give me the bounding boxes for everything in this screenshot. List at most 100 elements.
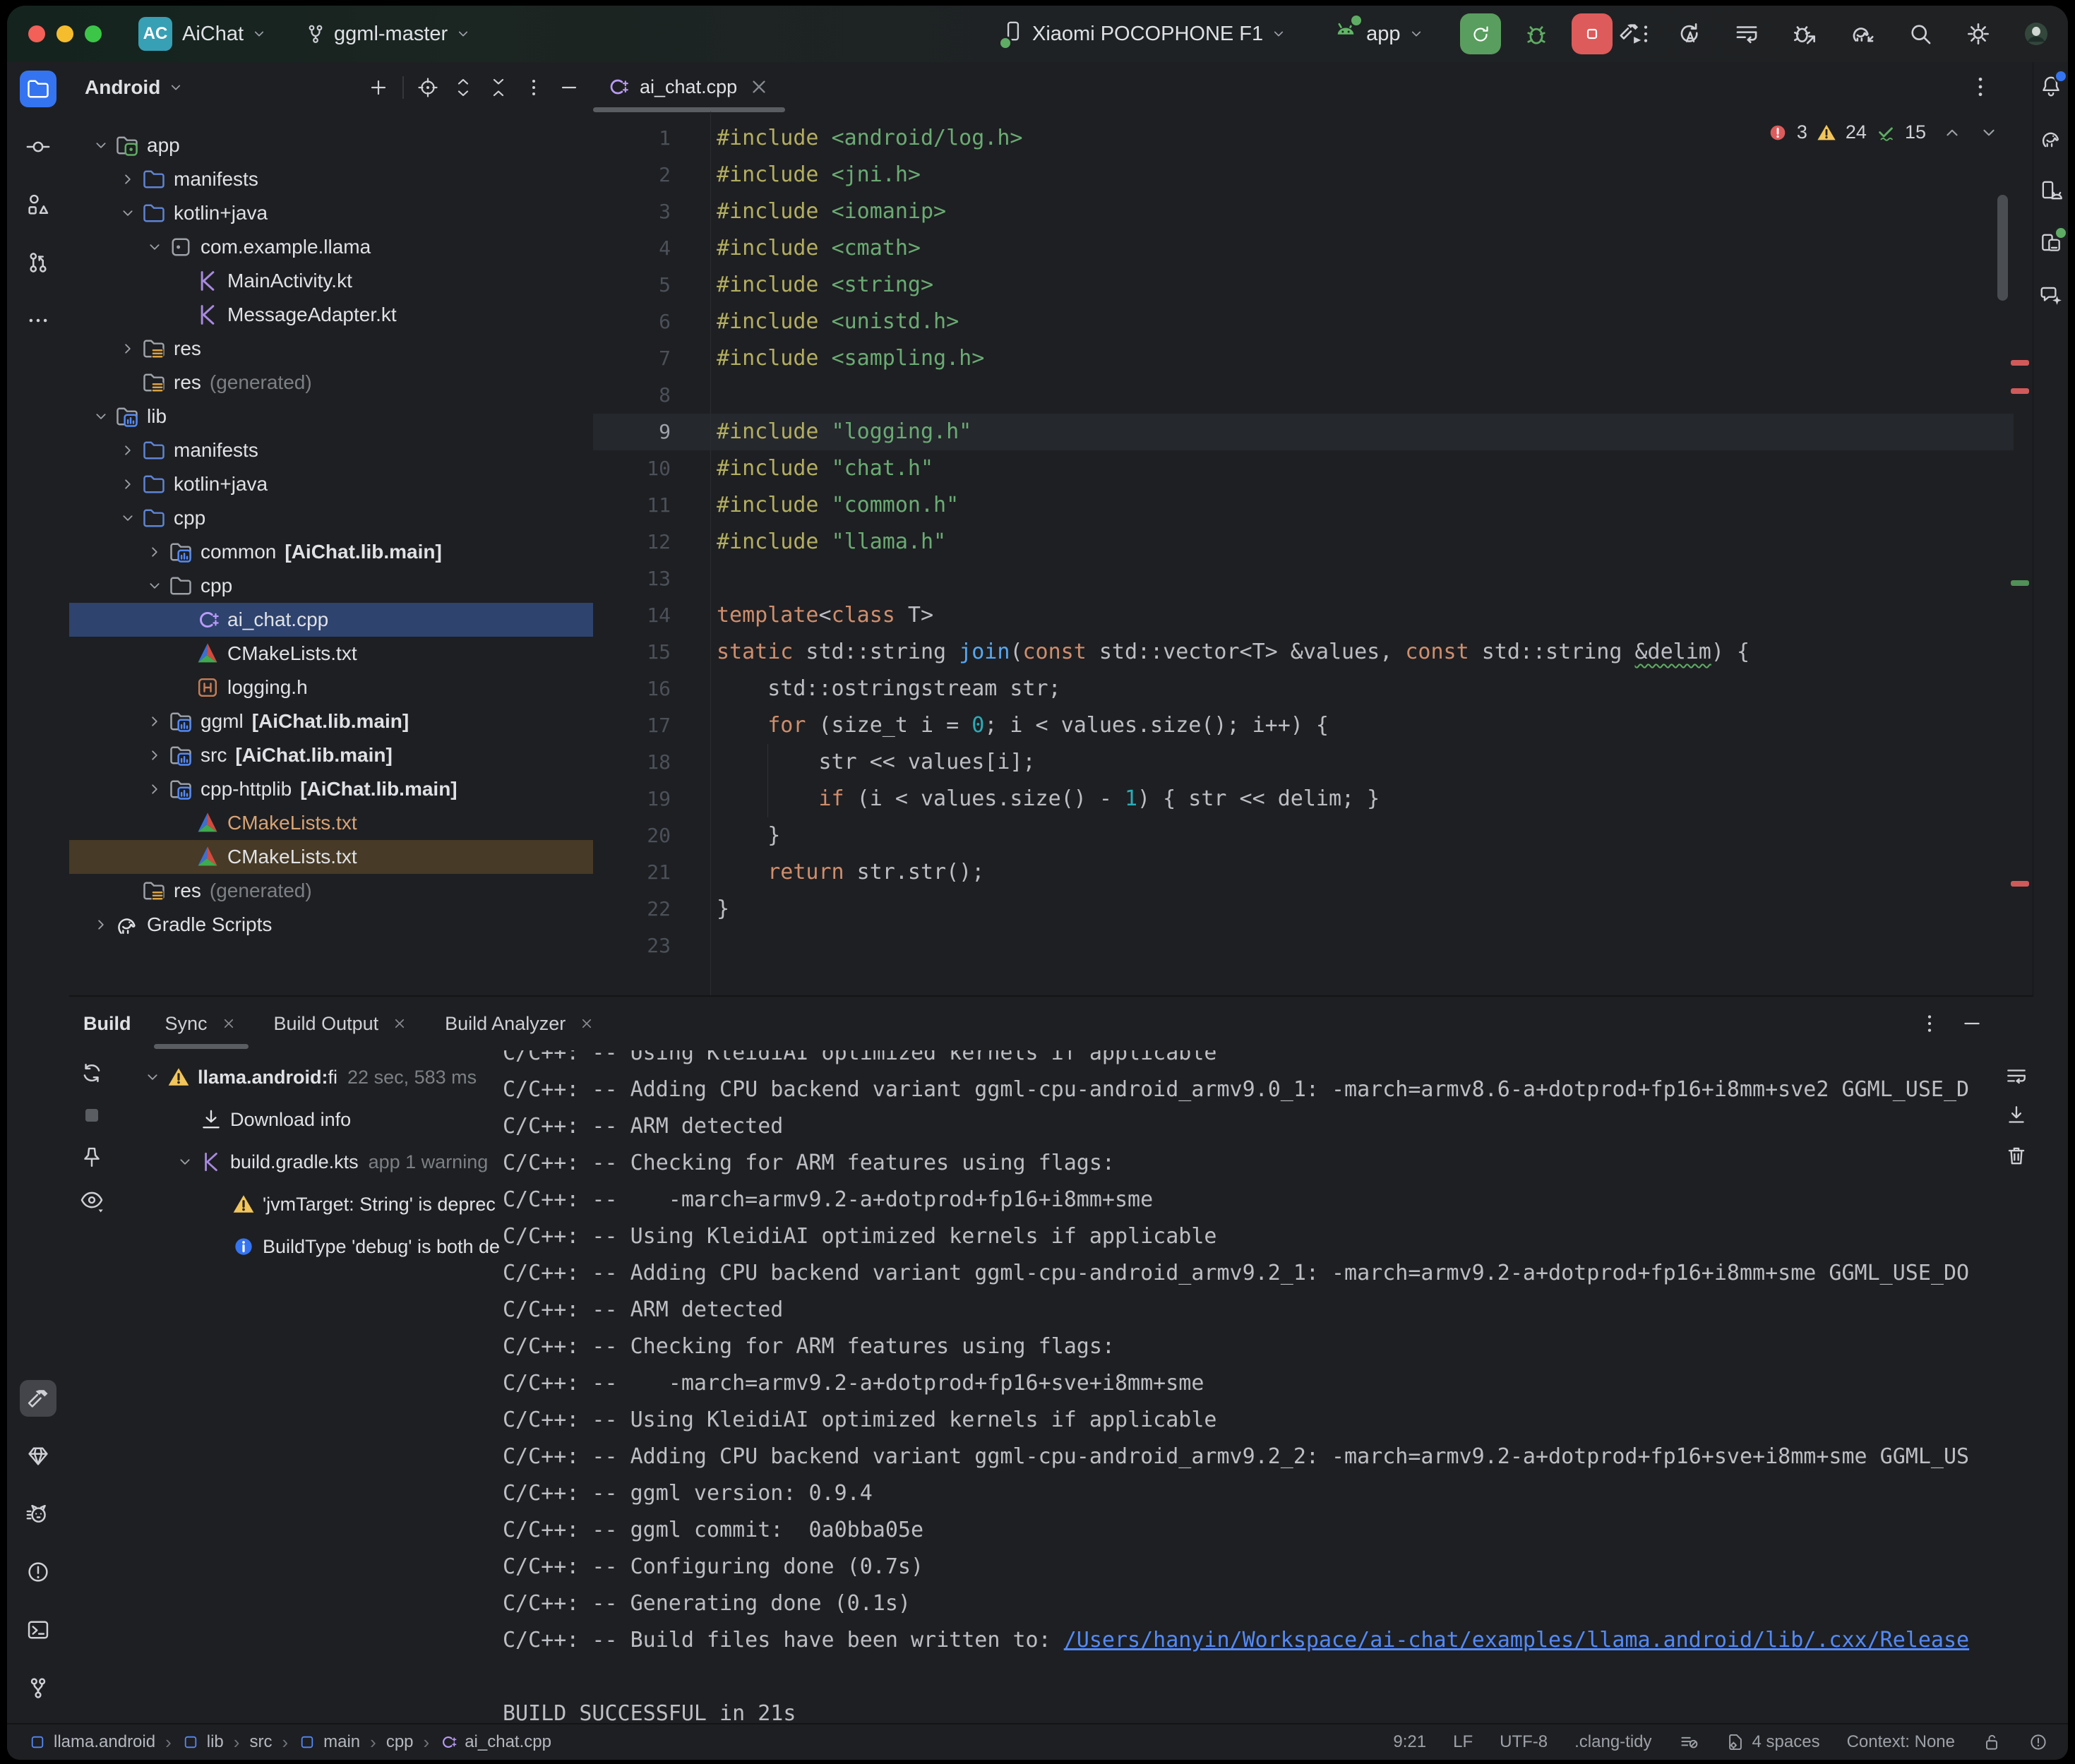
locate-file-button[interactable] [417, 76, 439, 99]
sync-gradle-button[interactable] [1849, 20, 1876, 47]
user-avatar-button[interactable] [2023, 20, 2050, 47]
search-everywhere-button[interactable] [1907, 20, 1934, 47]
tree-item-manifests[interactable]: manifests [69, 433, 593, 467]
status-context-none[interactable]: Context: None [1847, 1732, 1955, 1752]
apply-code-changes-button[interactable] [1675, 20, 1702, 47]
build-options-button[interactable] [1918, 1012, 1942, 1036]
breadcrumb-ai-chat-cpp[interactable]: ai_chat.cpp [439, 1732, 551, 1752]
structure-tool-button[interactable] [20, 186, 56, 223]
build-output-path-link[interactable]: /Users/hanyin/Workspace/ai-chat/examples… [1064, 1628, 1969, 1652]
tree-item-lib[interactable]: lib [69, 400, 593, 433]
maximize-window-button[interactable] [85, 25, 102, 42]
sync-tree-item-llama-android[interactable]: llama.android: fi22 sec, 583 ms [114, 1056, 501, 1098]
more-tool-windows-tool-button[interactable] [20, 302, 56, 339]
project-tool-button[interactable] [20, 71, 56, 107]
logcat-tool-button[interactable] [20, 1496, 56, 1532]
more-options-button[interactable] [522, 76, 545, 99]
build-and-run-button[interactable] [1617, 20, 1644, 47]
status-utf-8[interactable]: UTF-8 [1500, 1732, 1548, 1752]
breadcrumb-src[interactable]: src [249, 1732, 272, 1752]
add-button[interactable] [367, 76, 390, 99]
tree-item-gradle-scripts[interactable]: Gradle Scripts [69, 908, 593, 942]
tab-build-analyzer[interactable]: Build Analyzer [445, 997, 595, 1050]
tree-item-mainactivity-kt[interactable]: MainActivity.kt [69, 264, 593, 298]
stop-sync-button[interactable] [79, 1103, 104, 1128]
editor-tab-ai-chat-cpp[interactable]: ai_chat.cpp [593, 62, 787, 112]
tree-item-kotlin-java[interactable]: kotlin+java [69, 196, 593, 230]
re-sync-button[interactable] [79, 1060, 104, 1086]
close-tab-icon[interactable] [747, 75, 771, 99]
tree-item-cpp-httplib[interactable]: cpp-httplib[AiChat.lib.main] [69, 772, 593, 806]
tree-item-res[interactable]: res(generated) [69, 874, 593, 908]
pull-requests-tool-button[interactable] [20, 244, 56, 281]
inspections-widget[interactable]: 3 24 15 [1767, 121, 1999, 143]
tree-item-com-example-llama[interactable]: com.example.llama [69, 230, 593, 264]
collapse-all-button[interactable] [487, 76, 510, 99]
minimize-window-button[interactable] [56, 25, 73, 42]
breadcrumb-lib[interactable]: lib [181, 1732, 224, 1752]
app-quality-insights-tool-button[interactable] [20, 1438, 56, 1475]
build-output-console[interactable]: C/C++: -- Using KleidiAI optimized kerne… [503, 1050, 2008, 1725]
tree-item-messageadapter-kt[interactable]: MessageAdapter.kt [69, 298, 593, 332]
running-devices-tool-button[interactable] [2035, 227, 2067, 258]
tree-item-ggml[interactable]: ggml[AiChat.lib.main] [69, 704, 593, 738]
rerun-button[interactable] [1460, 13, 1501, 54]
project-view-selector[interactable]: Android [85, 76, 160, 99]
tree-item-cmakelists-txt[interactable]: CMakeLists.txt [69, 840, 593, 874]
tree-item-cpp[interactable]: cpp [69, 501, 593, 535]
tree-item-res[interactable]: res(generated) [69, 366, 593, 400]
build-tool-button[interactable] [20, 1380, 56, 1417]
previous-problem-button[interactable] [1942, 122, 1963, 143]
tree-item-src[interactable]: src[AiChat.lib.main] [69, 738, 593, 772]
gradle-tool-button[interactable] [2035, 123, 2067, 154]
debug-button[interactable] [1522, 20, 1550, 48]
tree-item-ai-chat-cpp[interactable]: ai_chat.cpp [69, 603, 593, 637]
hide-panel-button[interactable] [558, 76, 580, 99]
sync-tree-item-buildtype-debug-is-both-de[interactable]: BuildType 'debug' is both de [114, 1225, 501, 1268]
branch-selector[interactable]: ggml-master [304, 23, 472, 46]
run-configuration-selector[interactable]: app [1332, 18, 1424, 50]
commit-tool-button[interactable] [20, 128, 56, 165]
info-stripe-mark[interactable] [2011, 580, 2029, 586]
breadcrumb-main[interactable]: main [298, 1732, 360, 1752]
version-control-tool-button[interactable] [20, 1669, 56, 1706]
indent-config[interactable]: 4 spaces [1726, 1732, 1820, 1752]
sync-tree-item-download-info[interactable]: Download info [114, 1098, 501, 1141]
view-options-button[interactable] [79, 1187, 104, 1213]
editor-scrollbar-thumb[interactable] [1997, 195, 2008, 301]
scroll-to-end-button[interactable] [2004, 1104, 2028, 1128]
close-window-button[interactable] [28, 25, 45, 42]
expand-all-button[interactable] [452, 76, 474, 99]
status-lf[interactable]: LF [1453, 1732, 1473, 1752]
status-9-21[interactable]: 9:21 [1393, 1732, 1426, 1752]
device-selector[interactable]: Xiaomi POCOPHONE F1 [1001, 19, 1287, 49]
code-area[interactable]: 1234567891011121314151617181920212223 #i… [593, 112, 2033, 995]
device-manager-tool-button[interactable] [2035, 175, 2067, 206]
editor-options-button[interactable] [1967, 73, 1994, 100]
sync-tree-item-build-gradle-kts[interactable]: build.gradle.ktsapp 1 warning [114, 1141, 501, 1183]
inspections-widget[interactable] [2028, 1732, 2048, 1752]
notifications-tool-button[interactable] [2035, 71, 2067, 102]
breadcrumb-cpp[interactable]: cpp [386, 1732, 414, 1752]
terminal-tool-button[interactable] [20, 1612, 56, 1648]
tree-item-cmakelists-txt[interactable]: CMakeLists.txt [69, 806, 593, 840]
attach-debugger-button[interactable] [1791, 20, 1818, 47]
soft-wrap-button[interactable] [2004, 1064, 2028, 1088]
tree-item-common[interactable]: common[AiChat.lib.main] [69, 535, 593, 569]
problems-tool-button[interactable] [20, 1554, 56, 1590]
lock-status[interactable] [1982, 1732, 2002, 1752]
tree-item-manifests[interactable]: manifests [69, 162, 593, 196]
stop-button[interactable] [1572, 13, 1613, 54]
tree-item-cmakelists-txt[interactable]: CMakeLists.txt [69, 637, 593, 671]
error-stripe-mark[interactable] [2011, 881, 2029, 887]
breadcrumb-llama-android[interactable]: llama.android [28, 1732, 155, 1752]
pin-icon[interactable] [79, 1145, 104, 1170]
tree-item-res[interactable]: res [69, 332, 593, 366]
hide-build-panel-button[interactable] [1960, 1012, 1984, 1036]
profiler-button[interactable] [1733, 20, 1760, 47]
sync-tree-item-jvmtarget-string-is-deprec[interactable]: 'jvmTarget: String' is deprec [114, 1183, 501, 1225]
tab-sync[interactable]: Sync [165, 997, 237, 1050]
settings-button[interactable] [1965, 20, 1992, 47]
gemini-tool-button[interactable] [2035, 280, 2067, 311]
project-selector[interactable]: AiChat [182, 23, 268, 46]
